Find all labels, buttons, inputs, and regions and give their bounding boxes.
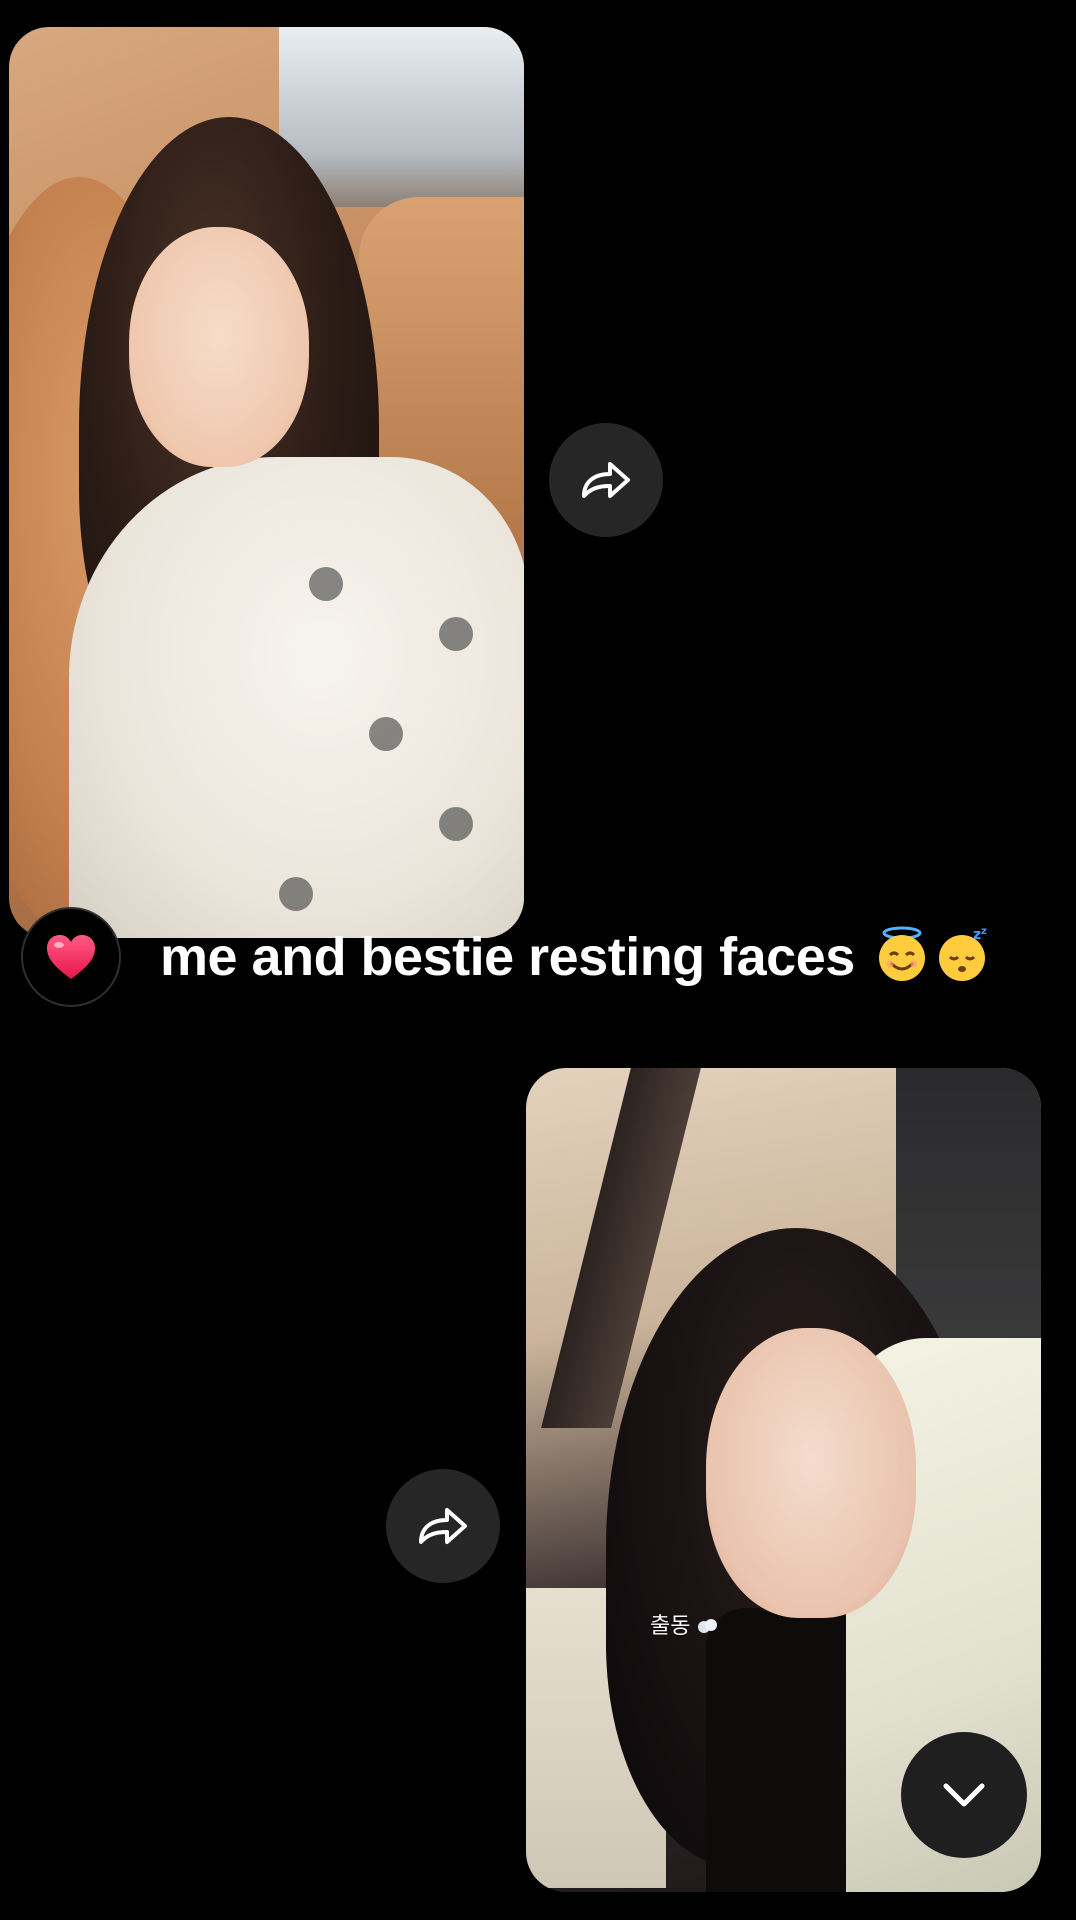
photo-pattern [439, 617, 473, 651]
photo-pattern [309, 567, 343, 601]
sticker-text: 출동 [650, 1614, 691, 1639]
share-arrow-icon [419, 1508, 467, 1544]
share-arrow-icon [582, 462, 630, 498]
share-button[interactable] [386, 1469, 500, 1583]
scroll-to-bottom-button[interactable] [901, 1732, 1027, 1858]
photo-pattern [439, 807, 473, 841]
chevron-down-icon [943, 1783, 985, 1807]
sleeping-face-icon: z z [939, 926, 988, 981]
photo-sticker: 출동 [650, 1608, 719, 1640]
halo-smile-icon [879, 926, 926, 981]
photo-pattern [369, 717, 403, 751]
photo-message-1[interactable] [9, 27, 524, 938]
message-caption: me and bestie resting faces z z [160, 925, 993, 988]
caption-text: me and bestie resting faces [160, 927, 855, 987]
svg-text:z: z [973, 927, 981, 943]
svg-text:z: z [981, 926, 987, 937]
puff-icon [698, 1619, 718, 1633]
photo-pattern [279, 877, 313, 911]
share-button[interactable] [549, 423, 663, 537]
heart-icon [47, 935, 95, 979]
photo-face [706, 1328, 916, 1618]
photo-face [129, 227, 309, 467]
reaction-badge[interactable] [21, 907, 121, 1007]
photo-pajama [69, 457, 524, 938]
